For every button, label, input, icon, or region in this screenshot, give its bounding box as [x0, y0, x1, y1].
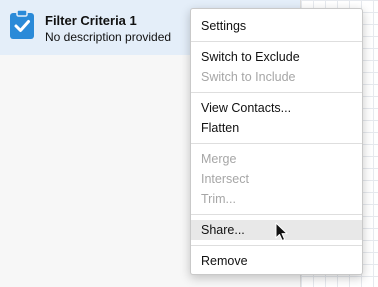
- clipboard-check-icon: [10, 10, 34, 39]
- filter-title: Filter Criteria 1: [45, 13, 137, 28]
- menu-item-remove[interactable]: Remove: [191, 251, 362, 271]
- menu-separator: [191, 245, 362, 246]
- menu-item-flatten[interactable]: Flatten: [191, 118, 362, 138]
- menu-item-view-contacts[interactable]: View Contacts...: [191, 98, 362, 118]
- menu-item-switch-to-exclude[interactable]: Switch to Exclude: [191, 47, 362, 67]
- mouse-pointer-icon: [275, 222, 288, 241]
- filter-description: No description provided: [45, 30, 172, 44]
- menu-item-trim: Trim...: [201, 192, 236, 206]
- menu-separator: [191, 214, 362, 215]
- menu-separator: [191, 41, 362, 42]
- menu-item-switch-to-include: Switch to Include: [201, 70, 296, 84]
- menu-item-intersect: Intersect: [201, 172, 249, 186]
- menu-item-merge: Merge: [201, 152, 237, 166]
- menu-item-settings[interactable]: Settings: [191, 16, 362, 36]
- menu-separator: [191, 92, 362, 93]
- menu-separator: [191, 143, 362, 144]
